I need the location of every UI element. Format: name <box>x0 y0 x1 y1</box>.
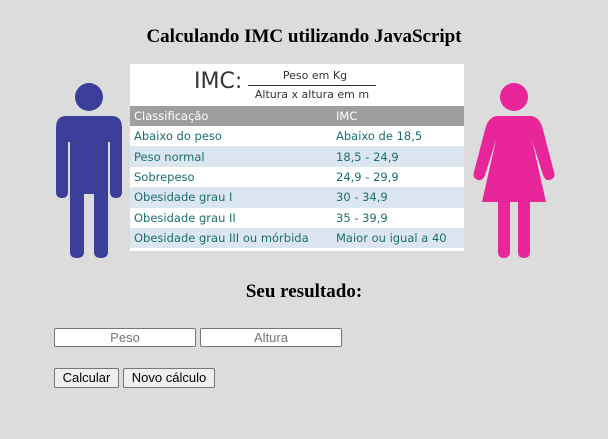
formula-denominator: Altura x altura em m <box>254 88 370 101</box>
table-row: Obesidade grau III ou mórbida Maior ou i… <box>130 227 464 249</box>
formula-numerator: Peso em Kg <box>282 69 348 82</box>
formula-fraction-bar <box>248 85 376 86</box>
table-row: Abaixo do peso Abaixo de 18,5 <box>130 126 464 147</box>
table-row: Sobrepeso 24,9 - 29,9 <box>130 166 464 188</box>
table-row: Peso normal 18,5 - 24,9 <box>130 146 464 167</box>
header-classificacao: Classificação <box>130 106 332 126</box>
altura-input[interactable] <box>200 328 342 347</box>
table-row: Obesidade grau I 30 - 34,9 <box>130 187 464 208</box>
formula-label: IMC: <box>194 69 243 94</box>
row-classification: Obesidade grau II <box>130 207 332 228</box>
imc-reference-table: IMC: Peso em Kg Altura x altura em m Cla… <box>130 64 464 251</box>
imc-formula: IMC: Peso em Kg Altura x altura em m <box>130 64 464 106</box>
row-imc-range: 35 - 39,9 <box>332 207 464 228</box>
row-imc-range: 18,5 - 24,9 <box>332 146 464 167</box>
classification-table: Classificação IMC Abaixo do peso Abaixo … <box>130 106 464 249</box>
row-imc-range: 24,9 - 29,9 <box>332 166 464 188</box>
peso-input[interactable] <box>54 328 196 347</box>
row-classification: Peso normal <box>130 146 332 167</box>
novo-calculo-button[interactable]: Novo cálculo <box>123 368 215 388</box>
page-title: Calculando IMC utilizando JavaScript <box>146 26 462 47</box>
calcular-button[interactable]: Calcular <box>54 368 119 388</box>
header-imc: IMC <box>332 106 464 126</box>
female-figure-icon <box>473 83 555 258</box>
row-classification: Obesidade grau III ou mórbida <box>130 227 332 249</box>
row-classification: Obesidade grau I <box>130 187 332 208</box>
table-row: Obesidade grau II 35 - 39,9 <box>130 207 464 228</box>
male-figure-icon <box>56 83 122 258</box>
row-classification: Sobrepeso <box>130 166 332 188</box>
row-imc-range: 30 - 34,9 <box>332 187 464 208</box>
result-heading: Seu resultado: <box>245 281 363 302</box>
row-imc-range: Maior ou igual a 40 <box>332 227 464 249</box>
row-imc-range: Abaixo de 18,5 <box>332 126 464 147</box>
table-header-row: Classificação IMC <box>130 106 464 126</box>
row-classification: Abaixo do peso <box>130 126 332 147</box>
